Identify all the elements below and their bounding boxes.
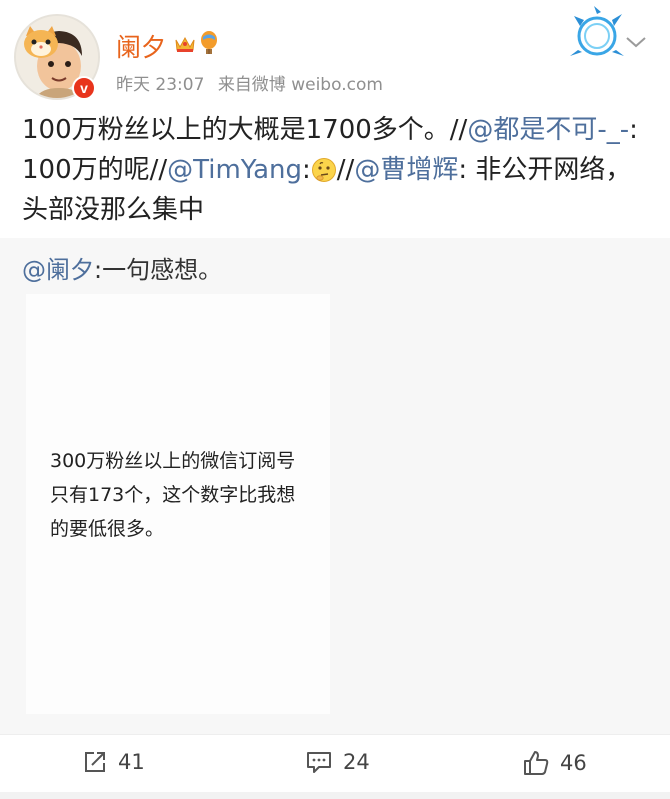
post-time: 昨天 23:07 [116, 75, 205, 95]
repost-content: :一句感想。 [94, 256, 223, 284]
comment-icon [307, 752, 331, 773]
post-source[interactable]: 来自微博 weibo.com [218, 75, 383, 95]
comment-count: 24 [343, 750, 370, 774]
mention-link[interactable]: @都是不可-_- [467, 115, 629, 145]
like-button[interactable]: 46 [522, 749, 587, 777]
cat-badge-icon [24, 26, 58, 58]
image-text: 300万粉丝以上的微信订阅号只有173个，这个数字比我想的要低很多。 [50, 450, 296, 540]
post-meta: 昨天 23:07 来自微博 weibo.com [116, 70, 383, 95]
chevron-down-icon[interactable] [624, 34, 648, 50]
repost-block[interactable]: @阑夕:一句感想。 300万粉丝以上的微信订阅号只有173个，这个数字比我想的要… [0, 238, 670, 734]
like-icon [524, 751, 549, 775]
weibo-post-card: v 阑夕 昨天 23:07 来自微博 weibo.com 100万粉丝以上的大概… [0, 0, 670, 799]
balloon-icon[interactable] [199, 30, 219, 58]
bottom-divider [0, 792, 670, 799]
thinking-emoji-icon [311, 158, 336, 182]
post-text-part: 100万粉丝以上的大概是1700多个。// [22, 115, 468, 145]
post-text-part: : [302, 155, 311, 185]
decoration-icon [570, 6, 624, 56]
repost-button[interactable]: 41 [82, 749, 145, 775]
mention-link[interactable]: @TimYang [167, 155, 302, 185]
repost-icon [85, 752, 105, 772]
mention-link[interactable]: @阑夕 [22, 256, 94, 284]
repost-image[interactable]: 300万粉丝以上的微信订阅号只有173个，这个数字比我想的要低很多。 [26, 294, 330, 714]
mention-link[interactable]: @曹增辉 [354, 155, 458, 185]
action-bar: 41 24 46 [0, 734, 670, 792]
post-text-part: // [336, 155, 355, 185]
like-count: 46 [560, 751, 587, 775]
repost-text: @阑夕:一句感想。 [22, 250, 222, 285]
crown-icon[interactable] [174, 34, 196, 54]
username[interactable]: 阑夕 [116, 28, 166, 64]
verified-icon: v [72, 76, 96, 100]
repost-count: 41 [118, 750, 145, 774]
post-text: 100万粉丝以上的大概是1700多个。//@都是不可-_-: 100万的呢//@… [22, 110, 652, 230]
comment-button[interactable]: 24 [305, 749, 370, 775]
